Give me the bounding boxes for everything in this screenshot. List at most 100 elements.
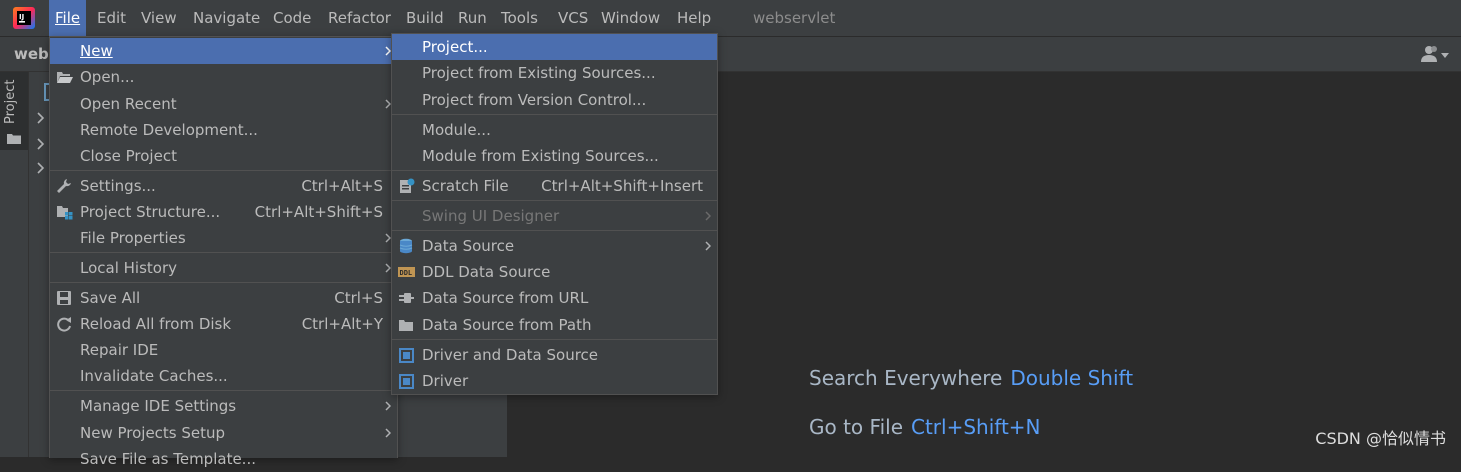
file-menu-item-local-history[interactable]: Local History xyxy=(50,255,397,281)
hint-action-label: Search Everywhere xyxy=(809,366,1003,390)
folder-icon xyxy=(7,134,21,144)
menu-item-label: Driver and Data Source xyxy=(422,346,599,364)
project-tool-tab[interactable]: Project xyxy=(0,72,28,150)
menu-edit[interactable]: Edit xyxy=(91,0,132,36)
file-menu-item-project-structure[interactable]: Project Structure... Ctrl+Alt+Shift+S xyxy=(50,199,397,225)
main-menu-bar: IJ File Edit View Navigate Code Refactor… xyxy=(0,0,1461,36)
intellij-idea-logo-icon[interactable]: IJ xyxy=(13,7,35,29)
plug-icon xyxy=(399,293,414,303)
menu-item-label: Data Source from Path xyxy=(422,316,592,334)
file-menu-item-file-properties[interactable]: File Properties xyxy=(50,225,397,251)
new-menu-item-scratch-file[interactable]: Scratch File Ctrl+Alt+Shift+Insert xyxy=(392,173,717,199)
file-menu-item-new-projects-setup[interactable]: New Projects Setup xyxy=(50,420,397,446)
save-icon xyxy=(57,291,71,305)
menu-tools[interactable]: Tools xyxy=(495,0,544,36)
file-menu-item-open[interactable]: Open... xyxy=(50,64,397,90)
menu-item-label: Project Structure... xyxy=(80,203,221,221)
menu-item-label: Open Recent xyxy=(80,95,177,113)
hint-search-everywhere: Search Everywhere Double Shift xyxy=(809,366,1133,390)
new-menu-item-data-source-from-path[interactable]: Data Source from Path xyxy=(392,312,717,338)
menu-item-label: File Properties xyxy=(80,229,186,247)
menu-item-shortcut: Ctrl+Alt+S xyxy=(301,177,383,195)
menu-item-label: Driver xyxy=(422,372,469,390)
menu-build[interactable]: Build xyxy=(400,0,450,36)
file-menu-item-open-recent[interactable]: Open Recent xyxy=(50,91,397,117)
svg-text:IJ: IJ xyxy=(19,13,24,21)
menu-item-label: Save All xyxy=(80,289,141,307)
hint-shortcut: Double Shift xyxy=(1010,366,1134,390)
driver-icon xyxy=(399,348,414,363)
menu-item-label: Swing UI Designer xyxy=(422,207,560,225)
menu-code[interactable]: Code xyxy=(267,0,317,36)
new-menu-item-module[interactable]: Module... xyxy=(392,117,717,143)
new-menu-item-project-from-vcs[interactable]: Project from Version Control... xyxy=(392,87,717,113)
new-submenu-popup: Project... Project from Existing Sources… xyxy=(391,33,718,395)
file-menu-item-repair-ide[interactable]: Repair IDE xyxy=(50,337,397,363)
menu-separator xyxy=(392,200,717,201)
new-menu-item-ddl-data-source[interactable]: DDL DDL Data Source xyxy=(392,259,717,285)
user-dropdown-icon[interactable] xyxy=(1419,43,1449,65)
menu-item-label: Project from Version Control... xyxy=(422,91,647,109)
menu-view[interactable]: View xyxy=(135,0,183,36)
file-menu-item-save-all[interactable]: Save All Ctrl+S xyxy=(50,285,397,311)
menu-item-label: Manage IDE Settings xyxy=(80,397,237,415)
hint-shortcut: Ctrl+Shift+N xyxy=(911,415,1041,439)
file-menu-item-invalidate-caches[interactable]: Invalidate Caches... xyxy=(50,363,397,389)
menu-separator xyxy=(392,114,717,115)
database-icon xyxy=(399,238,413,254)
file-menu-item-reload-all[interactable]: Reload All from Disk Ctrl+Alt+Y xyxy=(50,311,397,337)
menu-item-label: Invalidate Caches... xyxy=(80,367,228,385)
submenu-arrow-icon xyxy=(705,241,711,251)
menu-refactor[interactable]: Refactor xyxy=(322,0,397,36)
file-menu-item-remote-development[interactable]: Remote Development... xyxy=(50,117,397,143)
hint-action-label: Go to File xyxy=(809,415,903,439)
wrench-icon xyxy=(57,179,71,193)
menu-navigate[interactable]: Navigate xyxy=(187,0,266,36)
menu-separator xyxy=(50,252,397,253)
menu-vcs[interactable]: VCS xyxy=(552,0,594,36)
new-menu-item-project[interactable]: Project... xyxy=(392,34,717,60)
menu-help[interactable]: Help xyxy=(671,0,717,36)
file-menu-item-save-file-as-template[interactable]: Save File as Template... xyxy=(50,446,397,472)
chevron-right-icon[interactable] xyxy=(36,161,46,175)
file-menu-popup: New Open... Open Recent Remote Developme… xyxy=(49,36,398,468)
svg-text:DDL: DDL xyxy=(400,269,413,277)
submenu-arrow-icon xyxy=(385,401,391,411)
menu-item-label: Reload All from Disk xyxy=(80,315,232,333)
menu-item-label: Settings... xyxy=(80,177,156,195)
file-menu-item-close-project[interactable]: Close Project xyxy=(50,143,397,169)
new-menu-item-driver[interactable]: Driver xyxy=(392,368,717,394)
menu-item-label: Project from Existing Sources... xyxy=(422,64,656,82)
new-menu-item-data-source-from-url[interactable]: Data Source from URL xyxy=(392,285,717,311)
menu-item-shortcut: Ctrl+Alt+Shift+Insert xyxy=(541,177,703,195)
new-menu-item-swing-ui-designer[interactable]: Swing UI Designer xyxy=(392,203,717,229)
ddl-icon: DDL xyxy=(398,267,415,277)
menu-file[interactable]: File xyxy=(49,0,87,36)
new-menu-item-driver-and-data-source[interactable]: Driver and Data Source xyxy=(392,342,717,368)
project-tool-tab-label: Project xyxy=(3,79,18,124)
chevron-right-icon[interactable] xyxy=(36,111,46,125)
menu-item-label: Scratch File xyxy=(422,177,509,195)
menu-item-label: Local History xyxy=(80,259,178,277)
menu-window[interactable]: Window xyxy=(595,0,666,36)
new-menu-item-data-source[interactable]: Data Source xyxy=(392,233,717,259)
menu-item-label: Repair IDE xyxy=(80,341,159,359)
new-menu-item-project-from-existing-sources[interactable]: Project from Existing Sources... xyxy=(392,60,717,86)
menu-item-label: Remote Development... xyxy=(80,121,258,139)
menu-item-label: Save File as Template... xyxy=(80,450,256,468)
file-menu-item-manage-ide-settings[interactable]: Manage IDE Settings xyxy=(50,393,397,419)
menu-run[interactable]: Run xyxy=(452,0,493,36)
file-menu-item-settings[interactable]: Settings... Ctrl+Alt+S xyxy=(50,173,397,199)
menu-item-label: Close Project xyxy=(80,147,177,165)
menu-item-shortcut: Ctrl+S xyxy=(334,289,383,307)
driver-icon xyxy=(399,374,414,389)
file-menu-item-new[interactable]: New xyxy=(50,38,397,64)
scratch-file-icon xyxy=(400,178,415,193)
watermark: CSDN @恰似情书 xyxy=(1315,429,1446,448)
chevron-right-icon[interactable] xyxy=(36,137,46,151)
new-menu-item-module-from-existing-sources[interactable]: Module from Existing Sources... xyxy=(392,143,717,169)
menu-separator xyxy=(392,230,717,231)
menu-separator xyxy=(392,170,717,171)
menu-separator xyxy=(50,282,397,283)
menu-item-label: New Projects Setup xyxy=(80,424,226,442)
